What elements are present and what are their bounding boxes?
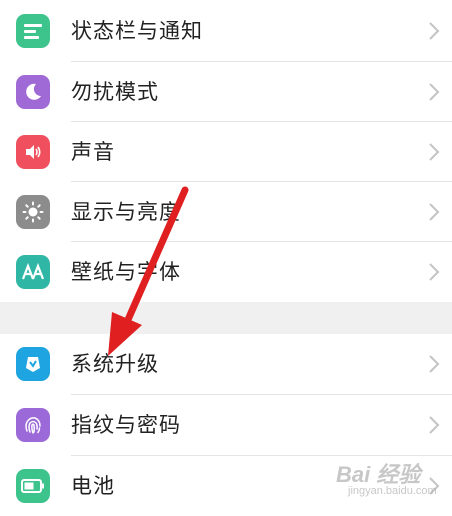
battery-icon xyxy=(16,469,50,503)
settings-item-label: 指纹与密码 xyxy=(71,413,181,437)
notification-bar-icon xyxy=(16,14,50,48)
chevron-right-icon xyxy=(429,416,440,434)
settings-item-system-update[interactable]: 系统升级 xyxy=(0,334,452,394)
settings-item-status-bar-notifications[interactable]: 状态栏与通知 xyxy=(0,1,452,61)
settings-item-label: 声音 xyxy=(71,140,115,164)
font-icon xyxy=(16,255,50,289)
chevron-right-icon xyxy=(429,83,440,101)
settings-item-label: 状态栏与通知 xyxy=(71,19,203,43)
brightness-icon xyxy=(16,195,50,229)
chevron-right-icon xyxy=(429,22,440,40)
settings-item-do-not-disturb[interactable]: 勿扰模式 xyxy=(0,62,452,122)
chevron-right-icon xyxy=(429,263,440,281)
settings-item-wallpaper-font[interactable]: 壁纸与字体 xyxy=(0,242,452,302)
section-separator xyxy=(0,302,452,334)
chevron-right-icon xyxy=(429,143,440,161)
watermark-url: jingyan.baidu.com xyxy=(348,485,437,497)
settings-item-sound[interactable]: 声音 xyxy=(0,122,452,182)
settings-item-label: 系统升级 xyxy=(71,352,159,376)
settings-item-label: 勿扰模式 xyxy=(71,80,159,104)
moon-icon xyxy=(16,75,50,109)
settings-list: 状态栏与通知 勿扰模式 声音 显示与亮度 壁纸与字体 系统升级 指纹与密码 电池 xyxy=(0,0,452,516)
settings-item-label: 显示与亮度 xyxy=(71,200,181,224)
settings-item-display-brightness[interactable]: 显示与亮度 xyxy=(0,182,452,242)
settings-item-fingerprint-password[interactable]: 指纹与密码 xyxy=(0,395,452,455)
chevron-right-icon xyxy=(429,203,440,221)
chevron-right-icon xyxy=(429,355,440,373)
fingerprint-icon xyxy=(16,408,50,442)
settings-item-label: 电池 xyxy=(71,474,115,498)
system-update-icon xyxy=(16,347,50,381)
settings-item-label: 壁纸与字体 xyxy=(71,260,181,284)
baidu-jingyan-watermark: Bai 经验 jingyan.baidu.com xyxy=(336,457,446,501)
speaker-icon xyxy=(16,135,50,169)
